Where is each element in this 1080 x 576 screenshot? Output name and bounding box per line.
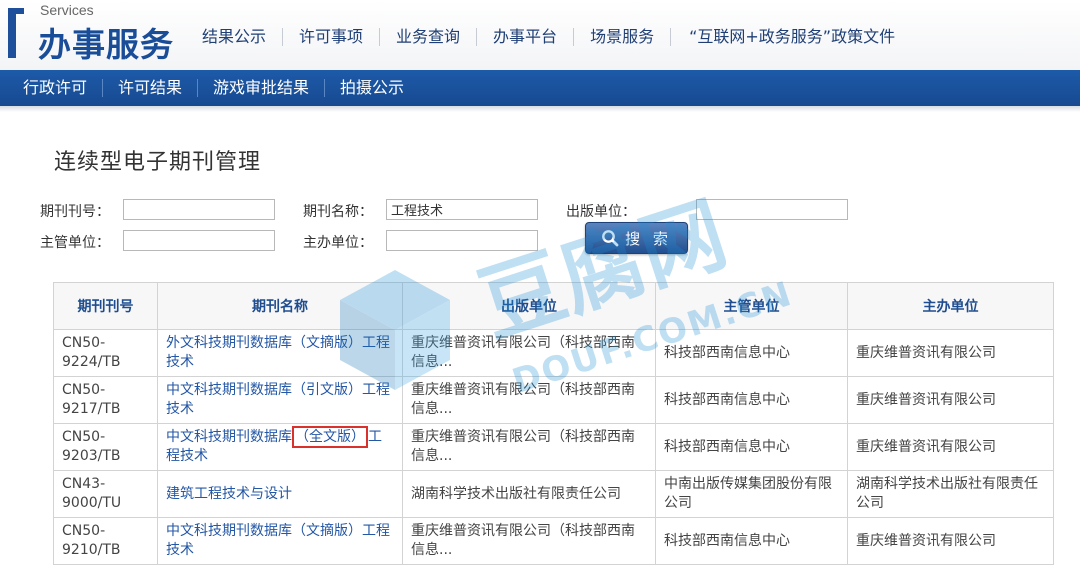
journal-link-part-a: 中文科技期刊数据库 xyxy=(166,429,292,445)
table-header-row: 期刊刊号 期刊名称 出版单位 主管单位 主办单位 xyxy=(53,282,1054,330)
cell-publisher: 重庆维普资讯有限公司（科技部西南信息... xyxy=(402,517,656,565)
header-publisher: 出版单位 xyxy=(402,282,656,330)
cell-publisher: 湖南科学技术出版社有限责任公司 xyxy=(402,470,656,518)
cell-issn: CN50-9210/TB xyxy=(53,517,158,565)
issn-label: 期刊刊号： xyxy=(40,204,110,220)
cell-issn: CN50-9217/TB xyxy=(53,376,158,424)
page-title: 连续型电子期刊管理 xyxy=(54,150,262,175)
nav-item-platform[interactable]: 办事平台 xyxy=(477,28,575,46)
header-supervisor: 主管单位 xyxy=(655,282,848,330)
header-sponsor: 主办单位 xyxy=(847,282,1054,330)
cell-supervisor: 科技部西南信息中心 xyxy=(655,329,848,377)
cell-issn: CN50-9203/TB xyxy=(53,423,158,471)
nav-item-permits[interactable]: 许可事项 xyxy=(283,28,381,46)
table-row: CN50-9210/TB 中文科技期刊数据库（文摘版）工程技术 重庆维普资讯有限… xyxy=(53,517,1054,565)
cell-sponsor: 重庆维普资讯有限公司 xyxy=(847,517,1054,565)
cell-issn: CN43-9000/TU xyxy=(53,470,158,518)
logo-bracket xyxy=(8,8,16,58)
subnav-shadow xyxy=(0,106,1080,112)
cell-name: 中文科技期刊数据库（引文版）工程技术 xyxy=(157,376,403,424)
journal-link[interactable]: 外文科技期刊数据库（文摘版）工程技术 xyxy=(166,335,390,370)
results-table: 期刊刊号 期刊名称 出版单位 主管单位 主办单位 CN50-9224/TB 外文… xyxy=(53,282,1054,565)
cell-supervisor: 科技部西南信息中心 xyxy=(655,376,848,424)
cell-name: 外文科技期刊数据库（文摘版）工程技术 xyxy=(157,329,403,377)
subnav-item-filming[interactable]: 拍摄公示 xyxy=(325,79,419,97)
table-row: CN50-9203/TB 中文科技期刊数据库 （全文版） 工程技术 重庆维普资讯有限… xyxy=(53,423,1054,471)
cell-sponsor: 重庆维普资讯有限公司 xyxy=(847,329,1054,377)
logo-services-text: Services xyxy=(40,2,94,18)
header-name: 期刊名称 xyxy=(157,282,403,330)
cell-issn: CN50-9224/TB xyxy=(53,329,158,377)
subnav-item-game-approval[interactable]: 游戏审批结果 xyxy=(198,79,326,97)
table-row: CN50-9217/TB 中文科技期刊数据库（引文版）工程技术 重庆维普资讯有限… xyxy=(53,376,1054,424)
cell-name: 中文科技期刊数据库 （全文版） 工程技术 xyxy=(157,423,403,471)
name-input[interactable] xyxy=(386,199,538,220)
logo-title[interactable]: 办事服务 xyxy=(38,18,174,66)
journal-link[interactable]: 中文科技期刊数据库 （全文版） 工程技术 xyxy=(166,426,382,464)
search-button[interactable]: 搜 索 xyxy=(585,222,688,254)
cell-publisher: 重庆维普资讯有限公司（科技部西南信息... xyxy=(402,376,656,424)
table-row: CN43-9000/TU 建筑工程技术与设计 湖南科学技术出版社有限责任公司 中… xyxy=(53,470,1054,518)
journal-link[interactable]: 中文科技期刊数据库（文摘版）工程技术 xyxy=(166,523,390,558)
journal-link[interactable]: 中文科技期刊数据库（引文版）工程技术 xyxy=(166,382,390,417)
cell-sponsor: 湖南科学技术出版社有限责任公司 xyxy=(847,470,1054,518)
issn-input[interactable] xyxy=(123,199,275,220)
nav-item-policy[interactable]: “互联网+政务服务”政策文件 xyxy=(671,28,911,46)
name-label: 期刊名称： xyxy=(303,204,373,220)
nav-item-results[interactable]: 结果公示 xyxy=(186,28,284,46)
supervisor-input[interactable] xyxy=(123,230,275,251)
search-icon xyxy=(602,230,619,247)
subnav-item-permit-result[interactable]: 许可结果 xyxy=(103,79,199,97)
publisher-label: 出版单位： xyxy=(566,204,636,220)
nav-item-query[interactable]: 业务查询 xyxy=(380,28,478,46)
table-row: CN50-9224/TB 外文科技期刊数据库（文摘版）工程技术 重庆维普资讯有限… xyxy=(53,329,1054,377)
top-nav: 结果公示 许可事项 业务查询 办事平台 场景服务 “互联网+政务服务”政策文件 xyxy=(186,24,911,50)
cell-supervisor: 科技部西南信息中心 xyxy=(655,423,848,471)
cell-name: 中文科技期刊数据库（文摘版）工程技术 xyxy=(157,517,403,565)
supervisor-label: 主管单位： xyxy=(40,235,110,251)
cell-supervisor: 中南出版传媒集团股份有限公司 xyxy=(655,470,848,518)
sponsor-label: 主办单位： xyxy=(303,235,373,251)
cell-sponsor: 重庆维普资讯有限公司 xyxy=(847,376,1054,424)
sponsor-input[interactable] xyxy=(386,230,538,251)
logo-bracket-top xyxy=(8,8,24,14)
search-button-label: 搜 索 xyxy=(625,229,672,248)
header-issn: 期刊刊号 xyxy=(53,282,158,330)
journal-link[interactable]: 建筑工程技术与设计 xyxy=(166,486,292,502)
cell-name: 建筑工程技术与设计 xyxy=(157,470,403,518)
highlight-box: （全文版） xyxy=(292,426,368,448)
publisher-input[interactable] xyxy=(696,199,848,220)
cell-publisher: 重庆维普资讯有限公司（科技部西南信息... xyxy=(402,423,656,471)
cell-supervisor: 科技部西南信息中心 xyxy=(655,517,848,565)
subnav-item-admin-permit[interactable]: 行政许可 xyxy=(8,79,104,97)
sub-nav: 行政许可 许可结果 游戏审批结果 拍摄公示 xyxy=(0,70,1080,106)
site-header: Services 办事服务 结果公示 许可事项 业务查询 办事平台 场景服务 “… xyxy=(0,0,1080,70)
cell-publisher: 重庆维普资讯有限公司（科技部西南信息... xyxy=(402,329,656,377)
nav-item-scenes[interactable]: 场景服务 xyxy=(574,28,672,46)
cell-sponsor: 重庆维普资讯有限公司 xyxy=(847,423,1054,471)
